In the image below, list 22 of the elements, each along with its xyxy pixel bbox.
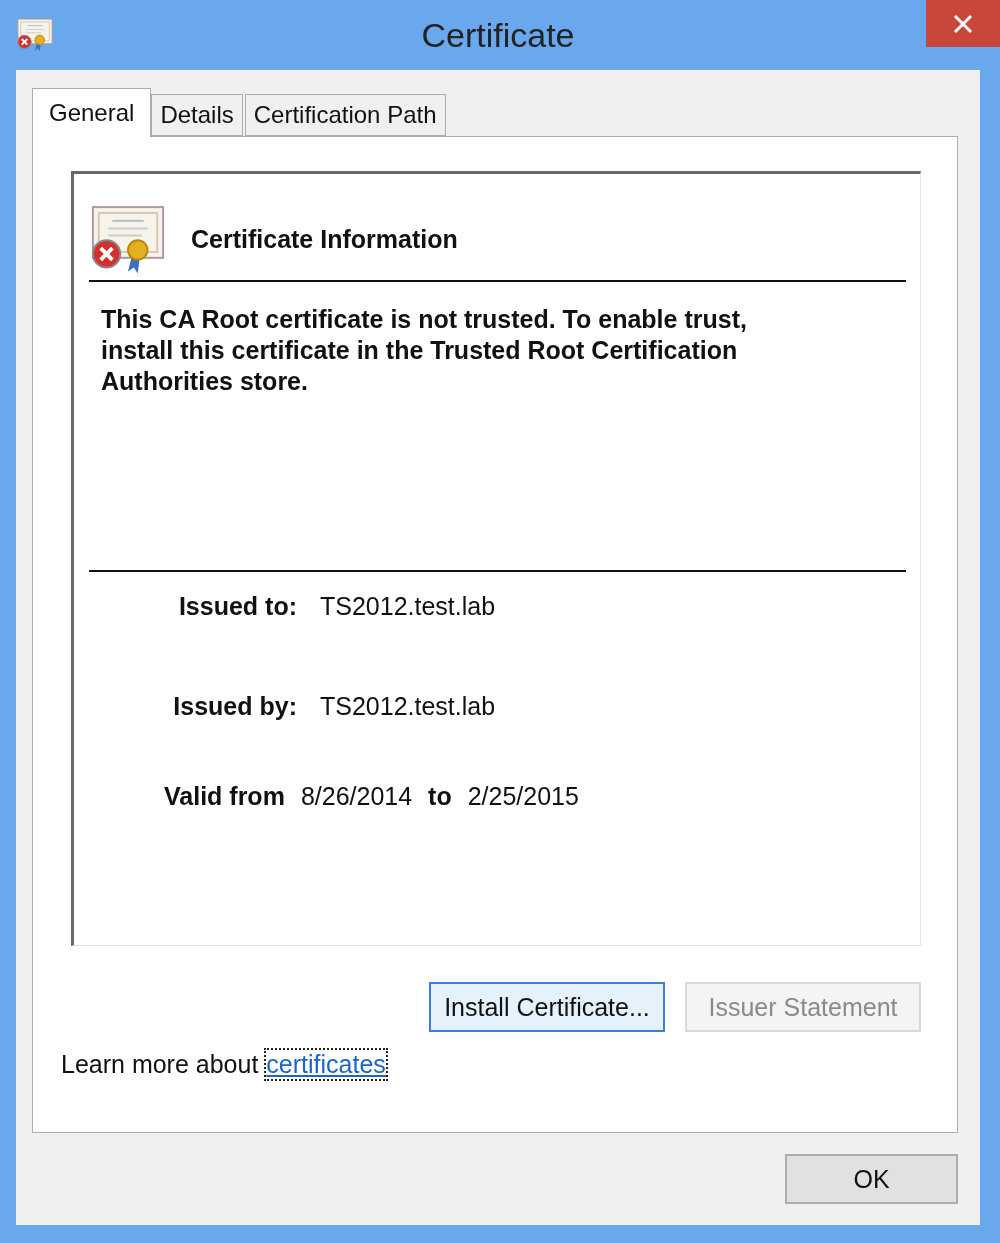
certificate-icon [89,204,167,274]
field-label: Issued by: [172,692,297,721]
field-value: TS2012.test.lab [320,592,496,621]
field-label: Issued to: [177,592,297,621]
certificate-icon [16,18,54,52]
trust-message: This CA Root certificate is not trusted. To enable trust, install this certificate in the Trusted Root Certification Authorities store. [89,282,906,572]
field-value: TS2012.test.lab [320,692,496,721]
ok-button[interactable]: OK [785,1154,958,1204]
field-label: Valid from [164,782,285,811]
tab[interactable]: Certification Path [244,94,446,136]
field-label: to [428,782,452,811]
dialog-button[interactable]: Install Certificate... [429,982,665,1032]
close-icon [952,12,974,35]
field-value: 2/25/2015 [467,782,579,811]
window-title: Certificate [421,16,575,55]
close-button[interactable] [926,0,1000,47]
certificates-link[interactable]: certificates [266,1050,386,1079]
tab[interactable]: General [32,88,152,137]
section-heading: Certificate Information [191,224,458,254]
learn-more-text: Learn more about [61,1050,259,1079]
tab[interactable]: Details [151,94,243,136]
field-value: 8/26/2014 [300,782,413,811]
